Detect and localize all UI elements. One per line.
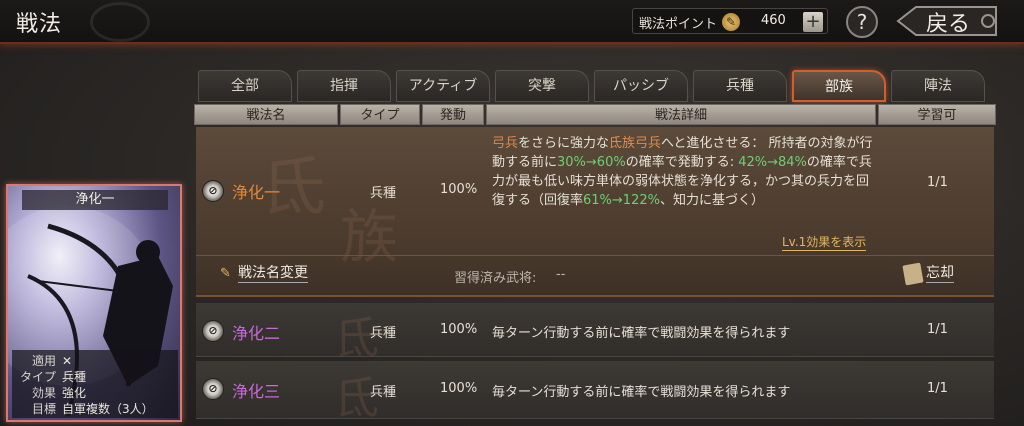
skill-description: 弓兵をさらに強力な氐族弓兵へと進化させる： 所持者の対象が行動する前に30%→6… — [492, 134, 878, 210]
skill-name: 浄化一 — [232, 183, 281, 202]
forget-button[interactable]: 忘却 — [926, 262, 954, 283]
desc-text-1: をさらに強力な — [518, 136, 610, 151]
column-header-learnable: 学習可 — [878, 104, 996, 125]
skill-name: 浄化三 — [232, 382, 281, 401]
back-button[interactable]: 戻る — [896, 4, 1000, 38]
skill-type: 兵種 — [370, 385, 397, 400]
skill-type: 兵種 — [370, 186, 397, 201]
help-button[interactable]: ? — [846, 6, 878, 38]
title-ornament-icon — [90, 2, 150, 42]
desc-archer: 弓兵 — [492, 136, 519, 151]
desc-rate-2: 42%→84% — [738, 155, 807, 170]
column-header-name: 戦法名 — [194, 104, 338, 125]
skill-learnable-count: 1/1 — [927, 175, 948, 190]
page-title: 戦法 — [16, 12, 63, 37]
row-divider — [196, 255, 994, 256]
card-type-value: 兵種 — [62, 370, 87, 384]
skill-trigger-rate: 100% — [440, 381, 478, 396]
learned-generals-value: -- — [556, 267, 566, 282]
skill-emblem-icon: ⊘ — [202, 378, 224, 400]
show-level-effect-link[interactable]: Lv.1効果を表示 — [782, 233, 867, 251]
tab-charge[interactable]: 突撃 — [495, 70, 589, 102]
desc-rate-3: 61%→122% — [583, 193, 660, 208]
learned-generals-label: 習得済み武将: — [454, 271, 537, 286]
card-type-key: タイプ — [19, 370, 56, 384]
skill-trigger-rate: 100% — [440, 322, 478, 337]
tab-troop-type[interactable]: 兵種 — [693, 70, 787, 102]
tab-active[interactable]: アクティブ — [396, 70, 490, 102]
skill-point-icon: ✎ — [722, 13, 740, 31]
back-label: 戻る — [926, 12, 971, 37]
skill-emblem-icon: ⊘ — [202, 180, 224, 202]
desc-rate-1: 30%→60% — [557, 155, 626, 170]
card-target-value: 自軍複数（3人） — [62, 402, 154, 416]
skill-description: 毎ターン行動する前に確率で戦闘効果を得られます — [492, 385, 791, 400]
forget-scroll-icon — [902, 262, 924, 286]
card-apply-key: 適用 — [31, 354, 56, 368]
skill-points-box: 戦法ポイント ✎ 460 + — [632, 8, 828, 34]
tab-formation[interactable]: 陣法 — [891, 70, 985, 102]
skill-type: 兵種 — [370, 326, 397, 341]
top-bar: 戦法 戦法ポイント ✎ 460 + ? 戻る — [0, 0, 1024, 44]
skill-emblem-icon: ⊘ — [202, 320, 224, 342]
card-effect-key: 効果 — [31, 386, 56, 400]
skill-learnable-count: 1/1 — [927, 381, 948, 396]
desc-text-5: 、知力に基づく） — [659, 193, 764, 208]
skill-points-value: 460 — [761, 13, 786, 28]
column-header-detail: 戦法詳細 — [486, 104, 876, 125]
column-header-trigger: 発動 — [422, 104, 484, 125]
tab-tribe[interactable]: 部族 — [792, 70, 886, 102]
skill-points-label: 戦法ポイント — [639, 17, 718, 32]
crossed-bows-icon: ✕ — [62, 354, 73, 368]
skill-description: 毎ターン行動する前に確率で戦闘効果を得られます — [492, 326, 791, 341]
skill-learnable-count: 1/1 — [927, 322, 948, 337]
rename-pen-icon: ✎ — [220, 266, 231, 281]
card-title: 浄化一 — [22, 190, 168, 210]
desc-tribe-archer: 氐族弓兵 — [609, 136, 662, 151]
skill-name: 浄化二 — [232, 324, 281, 343]
card-effect-value: 強化 — [62, 386, 87, 400]
card-target-key: 目標 — [31, 402, 56, 416]
category-tabs: 全部 指揮 アクティブ 突撃 パッシブ 兵種 部族 陣法 — [198, 70, 998, 102]
rename-skill-button[interactable]: 戦法名変更 — [238, 262, 308, 283]
add-points-button[interactable]: + — [803, 12, 823, 32]
tab-all[interactable]: 全部 — [198, 70, 292, 102]
desc-text-3: の確率で発動する: — [625, 155, 739, 170]
tab-passive[interactable]: パッシブ — [594, 70, 688, 102]
tab-command[interactable]: 指揮 — [297, 70, 391, 102]
column-header-type: タイプ — [340, 104, 420, 125]
skill-trigger-rate: 100% — [440, 182, 478, 197]
card-info-panel: 適用 ✕ タイプ 兵種 効果 強化 目標 自軍複数（3人） — [12, 350, 178, 418]
tribe-watermark-2: 族 — [340, 203, 399, 271]
skill-card: 浄化一 適用 ✕ タイプ 兵種 効果 強化 目標 自軍複数（3人） — [6, 184, 182, 422]
